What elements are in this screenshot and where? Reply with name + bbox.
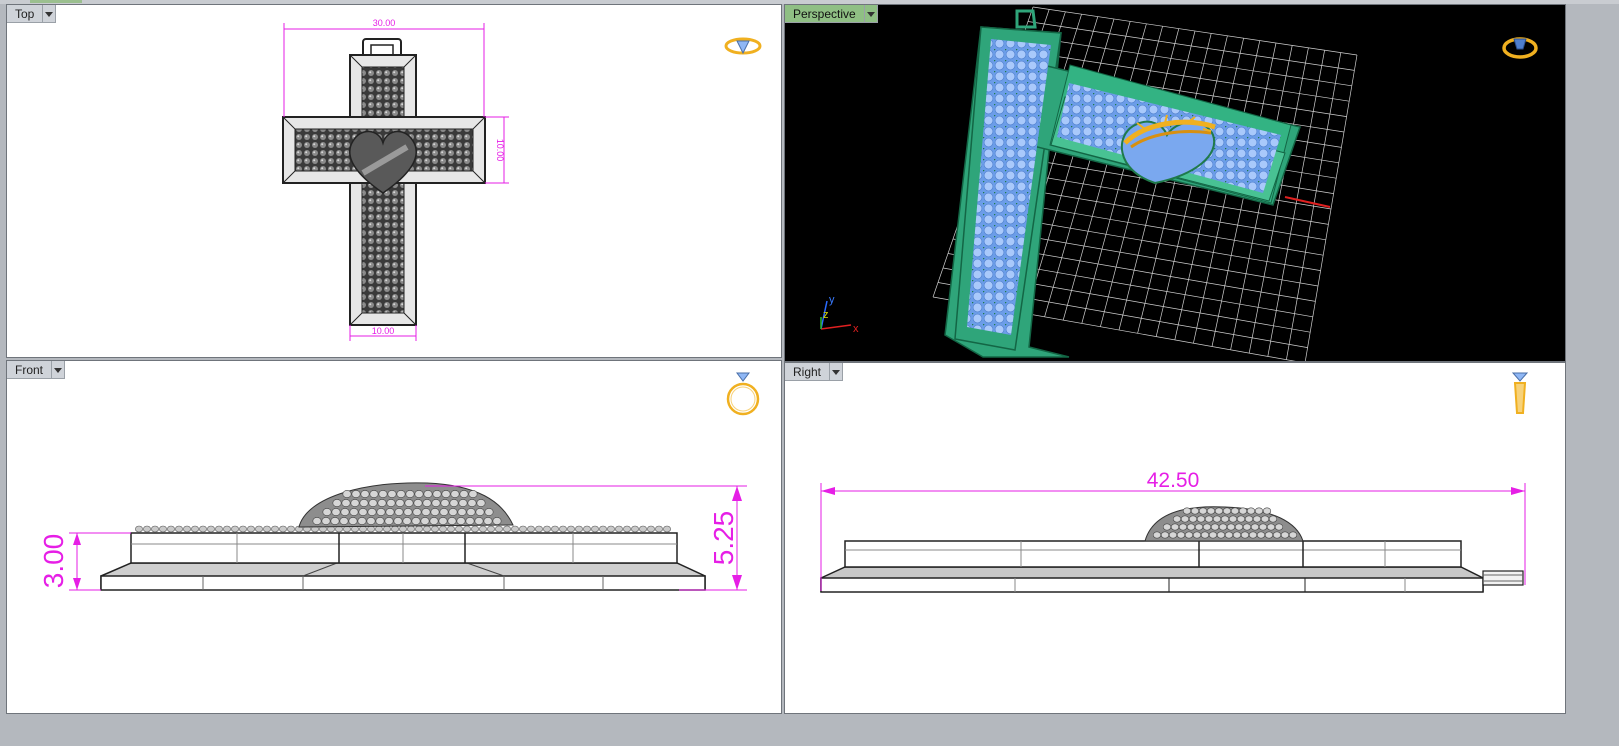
- front-total-dimension: 5.25: [708, 511, 739, 566]
- ring-front-view-icon[interactable]: [723, 371, 763, 419]
- viewport-top[interactable]: Top 30.00 10.00 10.00: [6, 4, 782, 358]
- axis-x-label: x: [853, 323, 859, 335]
- viewport-top-title[interactable]: Top: [7, 5, 57, 23]
- viewport-right[interactable]: Right 42.50: [784, 362, 1566, 714]
- viewport-perspective-label[interactable]: Perspective: [785, 5, 865, 23]
- viewport-right-menu-arrow[interactable]: [830, 363, 844, 381]
- axis-z-label: z: [823, 309, 829, 321]
- top-bottom-dimension: 10.00: [372, 326, 395, 336]
- ring-side-view-icon[interactable]: [1505, 369, 1535, 421]
- front-view-drawing: 5.25 3.00: [38, 482, 747, 591]
- viewport-front[interactable]: Front 5.25 3.00: [6, 360, 782, 714]
- perspective-view-drawing: x y z: [820, 6, 1358, 361]
- viewport-front-label[interactable]: Front: [7, 361, 53, 379]
- ring-perspective-icon[interactable]: [1499, 31, 1541, 61]
- viewport-right-label[interactable]: Right: [785, 363, 831, 381]
- viewport-perspective-title[interactable]: Perspective: [785, 5, 878, 23]
- right-view-drawing: 42.50: [820, 469, 1526, 593]
- viewport-front-menu-arrow[interactable]: [52, 361, 66, 379]
- viewport-right-title[interactable]: Right: [785, 363, 844, 381]
- top-arm-dimension: 10.00: [495, 139, 505, 162]
- axis-y-label: y: [829, 294, 835, 306]
- viewport-top-label[interactable]: Top: [7, 5, 44, 23]
- top-width-dimension: 30.00: [373, 18, 396, 28]
- viewport-top-menu-arrow[interactable]: [43, 5, 57, 23]
- ring-top-view-icon[interactable]: [723, 33, 763, 59]
- viewport-perspective-menu-arrow[interactable]: [864, 5, 878, 23]
- right-length-dimension: 42.50: [1147, 469, 1200, 492]
- top-view-drawing: 30.00 10.00 10.00: [282, 18, 509, 341]
- front-base-dimension: 3.00: [38, 534, 69, 589]
- viewport-perspective[interactable]: Perspective x y z: [784, 4, 1566, 362]
- viewport-front-title[interactable]: Front: [7, 361, 66, 379]
- tab-indicator: [30, 0, 82, 3]
